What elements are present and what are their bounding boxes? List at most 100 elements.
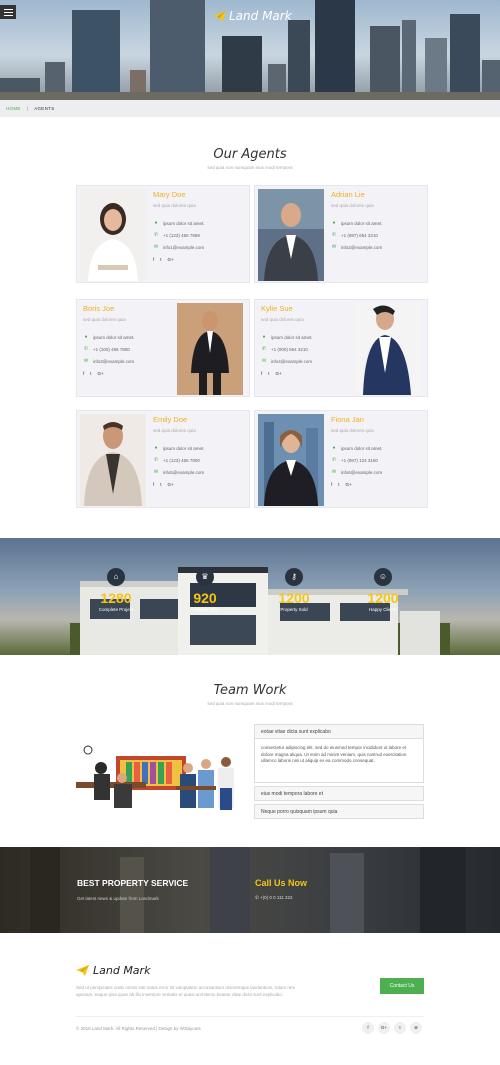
agent-address: ● ipsum dolor sit amet.: [154, 445, 205, 451]
facebook-icon[interactable]: f: [362, 1022, 374, 1034]
accordion-body: consectetur adipiscing elit, sed do eius…: [254, 739, 424, 783]
footer-logo[interactable]: Land Mark: [76, 964, 150, 977]
agent-phone: ✆ +1 (123) 456 7869: [153, 232, 200, 238]
agent-social: f t G+: [83, 371, 183, 376]
agent-role: sed quia dolores quia: [153, 428, 196, 433]
twitter-icon[interactable]: t: [338, 482, 339, 487]
envelope-icon: ✉: [261, 358, 267, 364]
accordion-header-open[interactable]: eotae vitae dicta sunt explicabo: [254, 724, 424, 739]
agent-email[interactable]: ✉ info5@example.com: [153, 469, 253, 475]
footer-divider: [76, 1016, 424, 1017]
agent-email[interactable]: ✉ info3@example.com: [83, 358, 183, 364]
twitter-icon[interactable]: t: [160, 257, 161, 262]
hero-banner: Land Mark: [0, 0, 500, 100]
stat-value: 920: [193, 590, 217, 606]
property-service-banner: BEST PROPERTY SERVICE Get latest news & …: [0, 847, 500, 933]
agent-social: f t G+: [153, 482, 253, 487]
contact-us-button[interactable]: Contact Us: [380, 978, 424, 994]
agent-name[interactable]: Emily Doe: [153, 415, 253, 424]
breadcrumb-separator: |: [26, 106, 29, 111]
agent-photo: [258, 189, 324, 281]
stat-label: Awards Win: [193, 607, 217, 612]
phone-icon: ✆: [153, 232, 159, 238]
agent-role: sed quia dolores quia: [331, 203, 374, 208]
building: [150, 0, 205, 100]
agent-email[interactable]: ✉ info2@example.com: [331, 244, 431, 250]
twitter-icon[interactable]: t: [160, 482, 161, 487]
call-us-phone[interactable]: ✆ +(0) 0 0 111 222: [255, 895, 293, 901]
agent-phone: ✆ +1 (123) 456 7800: [153, 457, 200, 463]
footer-logo-text: Land Mark: [93, 964, 151, 977]
copyright: © 2018 Land Mark. All Rights Reserved | …: [76, 1026, 201, 1031]
google-plus-icon[interactable]: G+: [378, 1022, 390, 1034]
phone-icon: ✆: [331, 457, 337, 463]
accordion-header[interactable]: Neque porro quisquam ipsum quia: [254, 804, 424, 819]
stat-property-sold: ⚷ 1200 Property Sold: [264, 568, 324, 612]
menu-button[interactable]: [0, 5, 16, 19]
agent-name[interactable]: Kylie Sue: [261, 304, 361, 313]
agent-social: f t G+: [153, 257, 253, 262]
home-icon: ⌂: [107, 568, 125, 586]
google-plus-icon[interactable]: G+: [168, 482, 174, 487]
envelope-icon: ✉: [83, 358, 89, 364]
accordion-header[interactable]: eius modi tempora labore et: [254, 786, 424, 801]
breadcrumb-home-link[interactable]: HOME: [6, 106, 21, 111]
facebook-icon[interactable]: f: [83, 371, 84, 376]
google-plus-icon[interactable]: G+: [346, 482, 352, 487]
stat-awards-win: ♛ 920 Awards Win: [175, 568, 235, 612]
agent-address: ● ipsum dolor sit amet.: [84, 334, 135, 340]
section-title: Team Work: [213, 683, 287, 698]
twitter-icon[interactable]: t: [90, 371, 91, 376]
breadcrumb: HOME | AGENTS: [0, 100, 500, 117]
twitter-icon[interactable]: t: [268, 371, 269, 376]
facebook-icon[interactable]: f: [153, 482, 154, 487]
stat-value: 1200: [278, 590, 310, 606]
site-logo[interactable]: Land Mark: [213, 9, 292, 23]
dribbble-icon[interactable]: ⊛: [410, 1022, 422, 1034]
agent-card: Emily Doe sed quia dolores quia ● ipsum d…: [76, 410, 250, 508]
stats-banner: ⌂ 1280 Complete Project ♛ 920 Awards Win…: [0, 538, 500, 655]
phone-icon: ✆: [261, 346, 267, 352]
page-title: Our Agents: [213, 147, 287, 162]
building: [450, 14, 480, 100]
phone-icon: ✆: [83, 346, 89, 352]
building: [370, 26, 400, 100]
google-plus-icon[interactable]: G+: [276, 371, 282, 376]
building: [72, 10, 120, 100]
team-illustration: [76, 745, 234, 810]
footer: Land Mark Sed ut perspiciatis unde omnis…: [0, 933, 500, 1065]
facebook-icon[interactable]: f: [331, 482, 332, 487]
agent-name[interactable]: Adrian Lie: [331, 190, 431, 199]
building: [288, 20, 310, 100]
agent-card: Boris Joe sed quia dolores quia ● ipsum d…: [76, 299, 250, 397]
breadcrumb-current: AGENTS: [34, 106, 55, 111]
map-marker-icon: ●: [262, 334, 266, 340]
agent-role: sed quia dolores quia: [331, 428, 374, 433]
agent-email[interactable]: ✉ info4@example.com: [261, 358, 361, 364]
agent-name[interactable]: Fiona Jan: [331, 415, 431, 424]
agent-email[interactable]: ✉ info1@example.com: [153, 244, 253, 250]
google-plus-icon[interactable]: G+: [98, 371, 104, 376]
stat-complete-project: ⌂ 1280 Complete Project: [86, 568, 146, 612]
agent-role: sed quia dolores quia: [83, 317, 126, 322]
agent-card: Fiona Jan sed quia dolores quia ● ipsum d…: [254, 410, 428, 508]
trophy-icon: ♛: [196, 568, 214, 586]
agent-social: f t G+: [331, 482, 431, 487]
facebook-icon[interactable]: f: [261, 371, 262, 376]
facebook-icon[interactable]: f: [153, 257, 154, 262]
agent-address: ● ipsum dolor sit amet.: [332, 220, 383, 226]
agent-phone: ✆ +1 (100) 456 7800: [83, 346, 130, 352]
google-plus-icon[interactable]: G+: [168, 257, 174, 262]
paper-plane-icon: [213, 10, 226, 22]
stat-label: Happy Clients: [368, 607, 397, 612]
agent-name[interactable]: Boris Joe: [83, 304, 183, 313]
twitter-icon[interactable]: t: [394, 1022, 406, 1034]
agent-name[interactable]: Mary Doe: [153, 190, 253, 199]
agent-address: ● ipsum dolor sit amet.: [332, 445, 383, 451]
agent-photo: [258, 414, 324, 506]
property-title: BEST PROPERTY SERVICE: [77, 878, 189, 888]
logo-text: Land Mark: [229, 9, 292, 23]
agent-email[interactable]: ✉ info6@example.com: [331, 469, 431, 475]
agent-photo: [80, 189, 146, 281]
agent-address: ● ipsum dolor sit amet.: [262, 334, 313, 340]
